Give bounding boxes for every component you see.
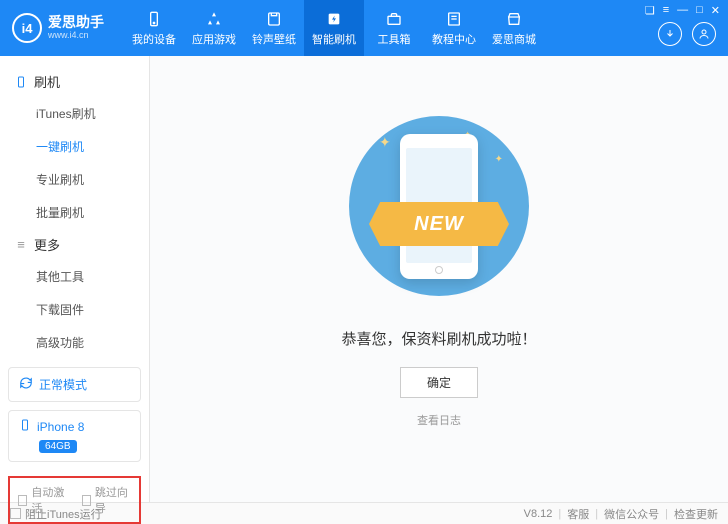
toolbox-icon	[385, 10, 403, 28]
nav-shop[interactable]: 爱思商城	[484, 0, 544, 56]
nav-label: 铃声壁纸	[252, 31, 296, 47]
success-message: 恭喜您，保资料刷机成功啦！	[341, 328, 536, 349]
sidebar-section-flash[interactable]: 刷机	[0, 66, 149, 97]
sidebar-item-batch-flash[interactable]: 批量刷机	[36, 196, 149, 229]
maximize-icon[interactable]: □	[696, 4, 703, 17]
menu-icon: ≡	[14, 238, 28, 252]
tray-icon[interactable]: ❏	[645, 4, 655, 17]
nav-label: 爱思商城	[492, 31, 536, 47]
confirm-button[interactable]: 确定	[400, 367, 478, 398]
phone-icon	[14, 75, 28, 89]
window-controls: ❏ ≡ — □ ✕	[645, 4, 720, 17]
sidebar-item-itunes-flash[interactable]: iTunes刷机	[36, 97, 149, 130]
sidebar-item-advanced[interactable]: 高级功能	[36, 326, 149, 359]
book-icon	[445, 10, 463, 28]
nav-label: 教程中心	[432, 31, 476, 47]
checkbox-block-itunes[interactable]: 阻止iTunes运行	[10, 506, 102, 522]
header-right-buttons	[658, 22, 716, 46]
nav-label: 工具箱	[378, 31, 411, 47]
version-label: V8.12	[524, 508, 553, 520]
nav-label: 智能刷机	[312, 31, 356, 47]
phone-icon	[145, 10, 163, 28]
app-url: www.i4.cn	[48, 31, 104, 41]
refresh-icon	[19, 376, 33, 393]
main-content: ✦ ✦ ✦ NEW 恭喜您，保资料刷机成功啦！ 确定 查看日志	[150, 56, 728, 502]
sidebar-item-download-firmware[interactable]: 下载固件	[36, 293, 149, 326]
close-icon[interactable]: ✕	[711, 4, 720, 17]
app-logo: i4 爱思助手 www.i4.cn	[12, 13, 104, 43]
logo-icon: i4	[12, 13, 42, 43]
nav-toolbox[interactable]: 工具箱	[364, 0, 424, 56]
sidebar-section-more[interactable]: ≡ 更多	[0, 229, 149, 260]
minimize-icon[interactable]: —	[677, 4, 688, 17]
success-illustration: ✦ ✦ ✦ NEW	[339, 106, 539, 306]
device-name: iPhone 8	[37, 420, 84, 434]
section-title: 刷机	[34, 72, 60, 91]
device-card[interactable]: iPhone 8 64GB	[8, 410, 141, 462]
sidebar-item-other-tools[interactable]: 其他工具	[36, 260, 149, 293]
sparkle-icon: ✦	[379, 134, 391, 151]
menu-icon[interactable]: ≡	[663, 4, 669, 17]
nav-ringtones[interactable]: 铃声壁纸	[244, 0, 304, 56]
footer-link-wechat[interactable]: 微信公众号	[604, 506, 659, 522]
nav-label: 应用游戏	[192, 31, 236, 47]
nav-my-device[interactable]: 我的设备	[124, 0, 184, 56]
music-icon	[265, 10, 283, 28]
storage-badge: 64GB	[39, 440, 77, 453]
sidebar-item-onekey-flash[interactable]: 一键刷机	[36, 130, 149, 163]
user-button[interactable]	[692, 22, 716, 46]
nav-tutorials[interactable]: 教程中心	[424, 0, 484, 56]
nav-apps[interactable]: 应用游戏	[184, 0, 244, 56]
apps-icon	[205, 10, 223, 28]
top-nav: 我的设备 应用游戏 铃声壁纸 智能刷机 工具箱 教程中心 爱思商城	[124, 0, 544, 56]
phone-icon	[19, 419, 31, 434]
flash-icon	[325, 10, 343, 28]
sparkle-icon: ✦	[495, 154, 503, 165]
sidebar-item-pro-flash[interactable]: 专业刷机	[36, 163, 149, 196]
section-title: 更多	[34, 235, 60, 254]
new-ribbon: NEW	[369, 202, 509, 246]
nav-label: 我的设备	[132, 31, 176, 47]
device-mode-card[interactable]: 正常模式	[8, 367, 141, 402]
app-header: i4 爱思助手 www.i4.cn 我的设备 应用游戏 铃声壁纸 智能刷机 工具…	[0, 0, 728, 56]
nav-flash[interactable]: 智能刷机	[304, 0, 364, 56]
sidebar: 刷机 iTunes刷机 一键刷机 专业刷机 批量刷机 ≡ 更多 其他工具 下载固…	[0, 56, 150, 502]
footer-link-support[interactable]: 客服	[567, 506, 589, 522]
shop-icon	[505, 10, 523, 28]
footer-link-update[interactable]: 检查更新	[674, 506, 718, 522]
mode-label: 正常模式	[39, 376, 87, 393]
view-log-link[interactable]: 查看日志	[417, 412, 461, 428]
download-button[interactable]	[658, 22, 682, 46]
app-name: 爱思助手	[48, 15, 104, 30]
